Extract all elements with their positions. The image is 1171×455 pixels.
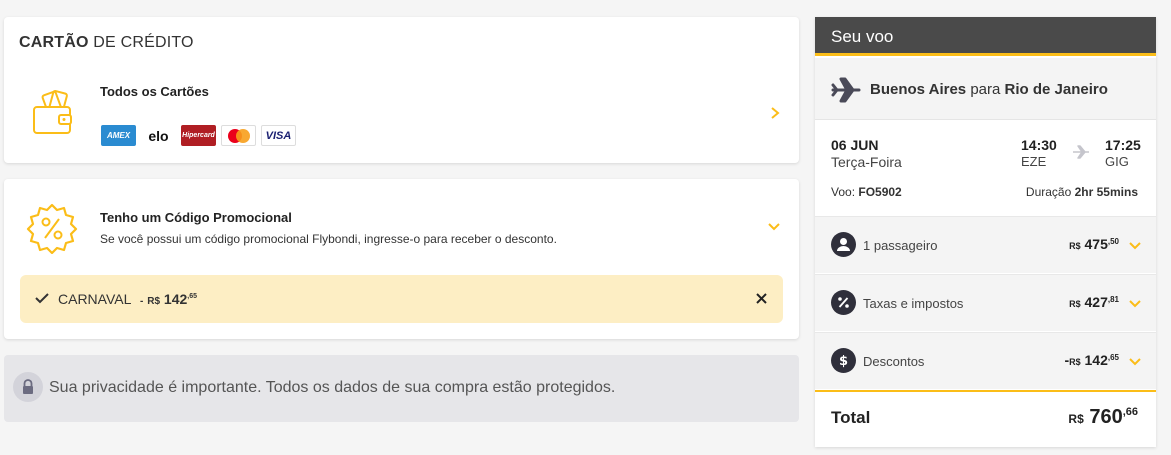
flight-number: Voo: FO5902 [831,185,902,199]
promo-code: CARNAVAL [58,291,132,307]
arrive-airport: GIG [1105,154,1129,169]
flight-duration: Duração 2hr 55mins [1025,185,1138,199]
privacy-text: Sua privacidade é importante. Todos os d… [49,379,616,396]
promo-description: Se você possui um código promocional Fly… [100,232,557,246]
dollar-icon: $ [831,348,856,373]
row-label: 1 passageiro [863,238,938,253]
total-label: Total [831,408,871,427]
chevron-down-icon[interactable] [1128,357,1142,367]
row-label: Descontos [863,354,925,369]
depart-time: 14:30 [1021,137,1057,153]
row-label: Taxas e impostos [863,296,964,311]
applied-promo: CARNAVAL - R$ 142,65 [20,275,783,323]
plane-icon [831,77,861,103]
flight-weekday: Terça-Foira [831,154,902,170]
depart-airport: EZE [1021,154,1047,169]
promo-code-section: Tenho um Código Promocional Se você poss… [4,179,799,339]
arrive-time: 17:25 [1105,137,1141,153]
credit-card-section: CARTÃO DE CRÉDITO Todos os Cartões AMEX … [4,17,799,163]
card-brands: AMEX elo Hipercard VISA [101,125,296,146]
flight-header: Seu voo [815,17,1156,56]
promo-title: Tenho um Código Promocional [100,210,292,225]
chevron-down-icon[interactable] [1128,299,1142,309]
percent-icon [831,290,856,315]
visa-logo: VISA [261,125,296,146]
section-title: CARTÃO DE CRÉDITO [19,34,194,52]
elo-logo: elo [141,125,176,146]
flight-date: 06 JUN [831,137,879,153]
user-icon [831,232,856,257]
route-text: Buenos Aires para Rio de Janeiro [870,81,1108,98]
hipercard-logo: Hipercard [181,125,216,146]
price-row-discounts[interactable]: $ Descontos -R$ 142,65 [815,332,1156,389]
row-amount: R$ 475,50 [1069,236,1119,252]
privacy-notice: Sua privacidade é importante. Todos os d… [4,355,799,422]
price-row-passengers[interactable]: 1 passageiro R$ 475,50 [815,216,1156,273]
promo-discount-amount: - R$ 142,65 [140,291,198,307]
discount-badge-icon [26,203,78,254]
chevron-down-icon[interactable] [767,222,781,232]
title-bold: CARTÃO [19,34,89,51]
row-amount: -R$ 142,65 [1064,352,1119,368]
lock-icon [13,372,43,402]
chevron-right-icon[interactable] [768,106,782,120]
price-row-taxes[interactable]: Taxas e impostos R$ 427,81 [815,274,1156,331]
mastercard-logo [221,125,256,146]
amex-logo: AMEX [101,125,136,146]
row-amount: R$ 427,81 [1069,294,1119,310]
remove-promo-icon[interactable] [755,292,768,305]
total-divider [815,390,1156,392]
title-rest: DE CRÉDITO [93,34,194,51]
chevron-down-icon[interactable] [1128,241,1142,251]
check-icon [35,293,49,304]
total-amount: R$ 760,66 [1068,406,1138,428]
svg-text:$: $ [839,354,848,369]
flight-summary: Seu voo Buenos Aires para Rio de Janeiro… [815,17,1156,447]
wallet-icon [33,89,72,134]
all-cards-label: Todos os Cartões [100,84,209,99]
plane-small-icon [1073,145,1089,159]
route-bar: Buenos Aires para Rio de Janeiro [815,58,1156,120]
